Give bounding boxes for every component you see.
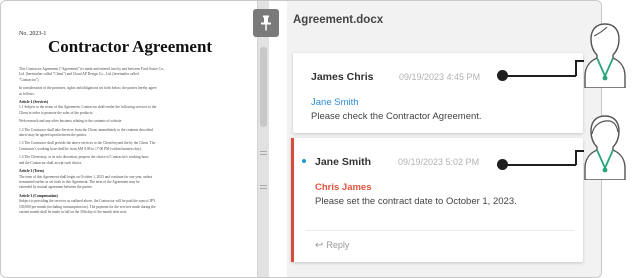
scroll-marker: [260, 154, 267, 155]
document-line: as follows:: [19, 91, 35, 96]
comment-author: James Chris: [311, 71, 374, 83]
user-avatar-icon: [584, 115, 626, 180]
user-avatar-icon: [584, 23, 626, 88]
document-title: Contractor Agreement: [47, 37, 213, 56]
comment-timestamp: 09/19/2023 4:45 PM: [399, 72, 481, 82]
scroll-marker: [260, 151, 267, 152]
reply-arrow-icon: ↩: [315, 240, 324, 251]
comment-card-active[interactable]: Jane Smith 09/19/2023 5:02 PM Chris Jame…: [291, 138, 583, 262]
comment-card[interactable]: James Chris 09/19/2023 4:45 PM Jane Smit…: [293, 53, 583, 133]
comment-mention[interactable]: Jane Smith: [311, 97, 359, 108]
document-line: and the Contractor shall accept such cho…: [19, 160, 83, 165]
comment-body: Please set the contract date to October …: [315, 196, 517, 207]
callout-line: [502, 75, 576, 77]
pin-panel-button[interactable]: [253, 9, 279, 37]
comments-panel: Agreement.docx James Chris 09/19/2023 4:…: [287, 1, 601, 277]
document-scrollbar[interactable]: [257, 1, 269, 277]
pin-icon: [261, 15, 271, 31]
comment-author: Jane Smith: [315, 156, 372, 168]
document-body: This Contractor Agreement ("Agreement") …: [19, 67, 251, 215]
unread-indicator: [302, 159, 306, 163]
comment-timestamp: 09/19/2023 5:02 PM: [398, 157, 480, 167]
document-line: extended by mutual agreement between the…: [19, 185, 93, 190]
app-window: No. 2023-1 Contractor Agreement This Con…: [0, 0, 602, 278]
panel-title: Agreement.docx: [293, 14, 384, 26]
scroll-marker: [260, 188, 267, 189]
active-comment-marker: [291, 138, 294, 262]
comment-mention[interactable]: Chris James: [315, 182, 372, 193]
document-scroll-thumb[interactable]: [260, 47, 267, 127]
callout-line: [575, 150, 577, 165]
callout-line: [502, 164, 576, 166]
document-preview[interactable]: No. 2023-1 Contractor Agreement This Con…: [1, 1, 269, 277]
callout-line: [575, 60, 577, 76]
reply-label: Reply: [326, 240, 350, 250]
document-line: current month shall be made in full on t…: [19, 209, 128, 214]
card-divider: [305, 230, 575, 231]
comment-body: Please check the Contractor Agreement.: [311, 111, 482, 122]
reply-button[interactable]: ↩ Reply: [315, 240, 349, 251]
scroll-marker: [260, 185, 267, 186]
